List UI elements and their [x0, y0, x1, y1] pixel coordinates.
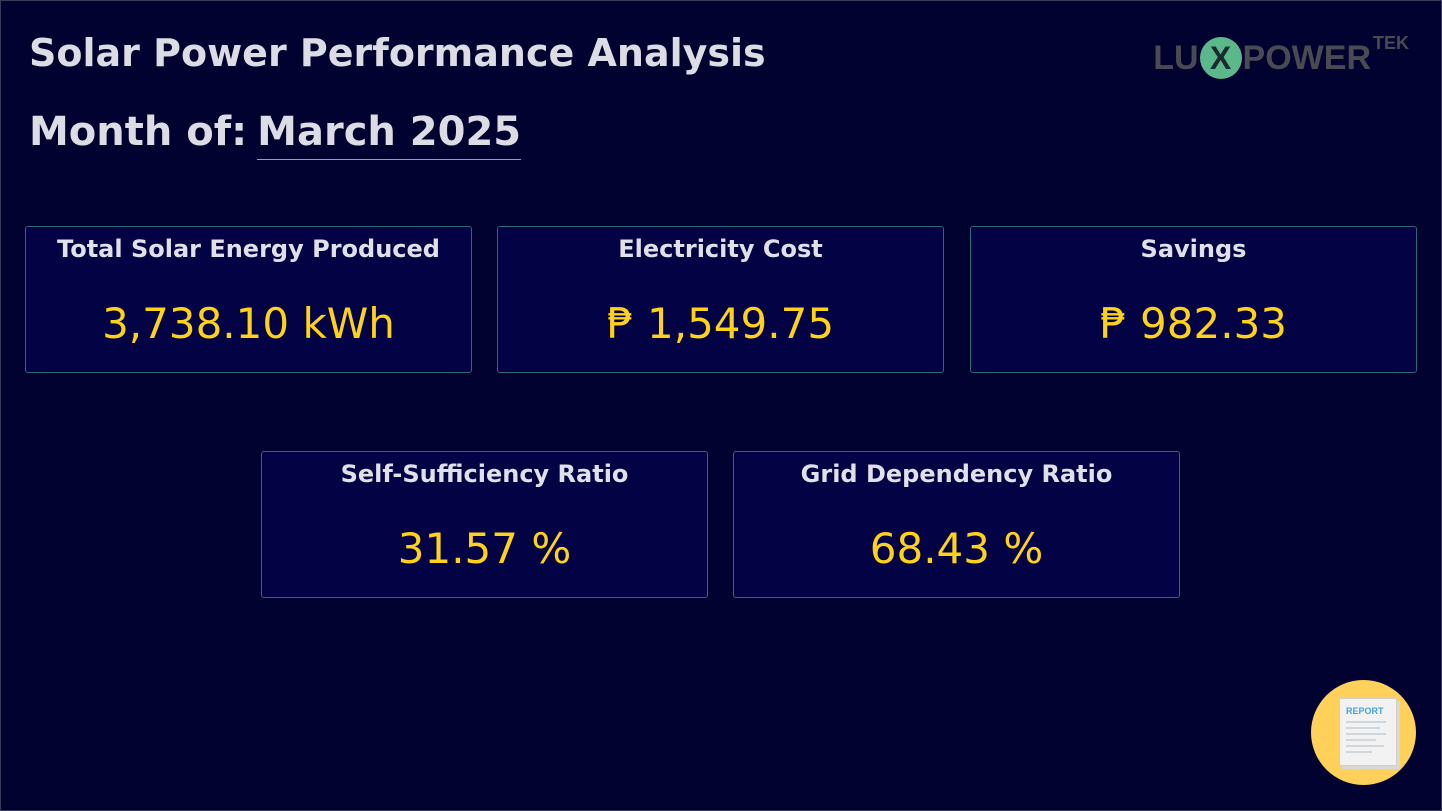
card-value: 3,738.10 kWh: [102, 299, 395, 348]
savings-card: Savings ₱ 982.33: [970, 226, 1417, 373]
card-value: 31.57 %: [397, 524, 572, 573]
dashboard-frame: Solar Power Performance Analysis Month o…: [0, 0, 1442, 811]
month-label: Month of:: [29, 109, 248, 155]
card-value: ₱ 982.33: [1099, 299, 1288, 348]
logo-text-tek: TEK: [1373, 33, 1409, 53]
report-doc-label: REPORT: [1346, 706, 1384, 716]
self-sufficiency-card: Self-Sufficiency Ratio 31.57 %: [261, 451, 708, 598]
doc-line: [1346, 727, 1380, 729]
total-solar-energy-card: Total Solar Energy Produced 3,738.10 kWh: [25, 226, 472, 373]
logo-text-lu: LU: [1153, 38, 1199, 77]
doc-line: [1346, 751, 1372, 753]
report-document-icon: REPORT: [1339, 698, 1397, 766]
electricity-cost-card: Electricity Cost ₱ 1,549.75: [497, 226, 944, 373]
card-label: Grid Dependency Ratio: [800, 460, 1113, 488]
page-title: Solar Power Performance Analysis: [29, 31, 766, 75]
logo-text-power: POWER: [1242, 38, 1371, 77]
card-value: 68.43 %: [869, 524, 1044, 573]
logo-x-icon: X: [1199, 37, 1242, 79]
report-button[interactable]: REPORT: [1311, 680, 1416, 785]
card-value: ₱ 1,549.75: [606, 299, 835, 348]
grid-dependency-card: Grid Dependency Ratio 68.43 %: [733, 451, 1180, 598]
doc-line: [1346, 739, 1376, 741]
doc-line: [1346, 721, 1386, 723]
card-label: Electricity Cost: [618, 235, 823, 263]
card-label: Savings: [1140, 235, 1247, 263]
month-dropdown[interactable]: March 2025: [257, 109, 522, 160]
doc-line: [1346, 733, 1386, 735]
card-label: Self-Sufficiency Ratio: [340, 460, 629, 488]
month-selector-row: Month of: March 2025: [29, 109, 522, 160]
card-label: Total Solar Energy Produced: [57, 235, 440, 263]
doc-line: [1346, 745, 1384, 747]
luxpowertek-logo: LU X POWER TEK: [1153, 33, 1409, 79]
